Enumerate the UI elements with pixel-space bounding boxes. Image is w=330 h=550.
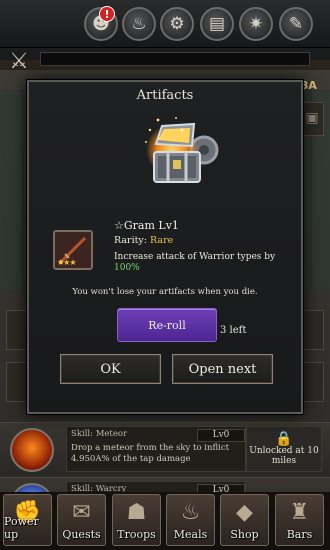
nav-shop[interactable]: ◆ Shop [220, 494, 269, 546]
cog-icon[interactable]: ✷ [239, 7, 273, 41]
bottom-nav: ✊ Power up ✉ Quests ☗ Troops ♨ Meals ◆ Shop ♜… [0, 492, 330, 550]
reroll-button[interactable]: Re-roll [117, 308, 217, 342]
quests-icon: ✉ [72, 500, 91, 525]
lock-icon: 🔒 [275, 431, 293, 447]
meteor-icon[interactable] [10, 428, 54, 472]
shop-icon: ◆ [236, 500, 253, 525]
artifact-description: Increase attack of Warrior types by 100% [114, 252, 294, 274]
bars-icon: ♜ [289, 500, 310, 525]
nav-power-up[interactable]: ✊ Power up [3, 494, 52, 546]
nav-bars[interactable]: ♜ Bars [275, 494, 324, 546]
lock-slot[interactable]: ▣ [300, 102, 324, 136]
artifacts-dialog: Artifacts ★★★ ☆Gram Lv1 Rarity: Rare Inc… [27, 80, 303, 414]
top-icon-bar: ☻ ! ♨ ⚙ ▤ ✷ ✎ [0, 0, 330, 48]
rarity-label: Rarity: [114, 235, 147, 246]
desc-value: 100% [114, 263, 140, 273]
notification-badge: ! [99, 6, 115, 22]
open-next-button[interactable]: Open next [172, 354, 273, 384]
skill-desc: Drop a meteor from the sky to inflict 4.… [71, 443, 230, 464]
reroll-remaining: 3 left [220, 325, 247, 336]
unlock-text: Unlocked at 10 miles [249, 446, 319, 466]
meals-icon: ♨ [180, 500, 201, 525]
nav-quests[interactable]: ✉ Quests [57, 494, 106, 546]
star-rating: ★★★ [57, 258, 76, 267]
artifact-name: ☆Gram Lv1 [114, 219, 179, 232]
ok-button[interactable]: OK [60, 354, 161, 384]
skill-description-box: Skill: Meteor Lv0 Drop a meteor from the… [66, 426, 246, 472]
skill-name: Skill: Meteor [71, 429, 128, 439]
health-bar [40, 52, 310, 66]
skill-row-meteor: Skill: Meteor Lv0 Drop a meteor from the… [0, 422, 330, 476]
nav-label: Quests [62, 528, 101, 541]
nav-label: Power up [4, 515, 39, 541]
side-slot-right[interactable] [300, 362, 324, 402]
artifact-rarity: Rarity: Rare [114, 235, 173, 246]
nav-label: Troops [117, 528, 156, 541]
side-slot-right[interactable] [300, 310, 324, 350]
skill-level: Lv0 [197, 429, 245, 442]
nav-troops[interactable]: ☗ Troops [112, 494, 161, 546]
book-icon[interactable]: ▤ [200, 7, 234, 41]
nav-label: Bars [286, 528, 313, 541]
nav-label: Meals [173, 528, 208, 541]
artifact-note: You won't lose your artifacts when you d… [72, 287, 258, 297]
sword-icon: ⚔ [9, 48, 29, 74]
rarity-value: Rare [150, 235, 174, 246]
wrench-icon[interactable]: ✎ [279, 7, 313, 41]
nav-meals[interactable]: ♨ Meals [166, 494, 215, 546]
dialog-title: Artifacts [136, 88, 194, 103]
troops-icon: ☗ [126, 500, 147, 525]
gram-sword-icon[interactable]: ★★★ [53, 230, 93, 270]
desc-text: Increase attack of Warrior types by [114, 252, 276, 262]
gear-icon[interactable]: ⚙ [160, 7, 194, 41]
nav-label: Shop [230, 528, 259, 541]
unlock-button[interactable]: 🔒 Unlocked at 10 miles [246, 426, 322, 472]
fire-icon[interactable]: ♨ [122, 7, 156, 41]
treasure-chest-icon [145, 117, 219, 183]
